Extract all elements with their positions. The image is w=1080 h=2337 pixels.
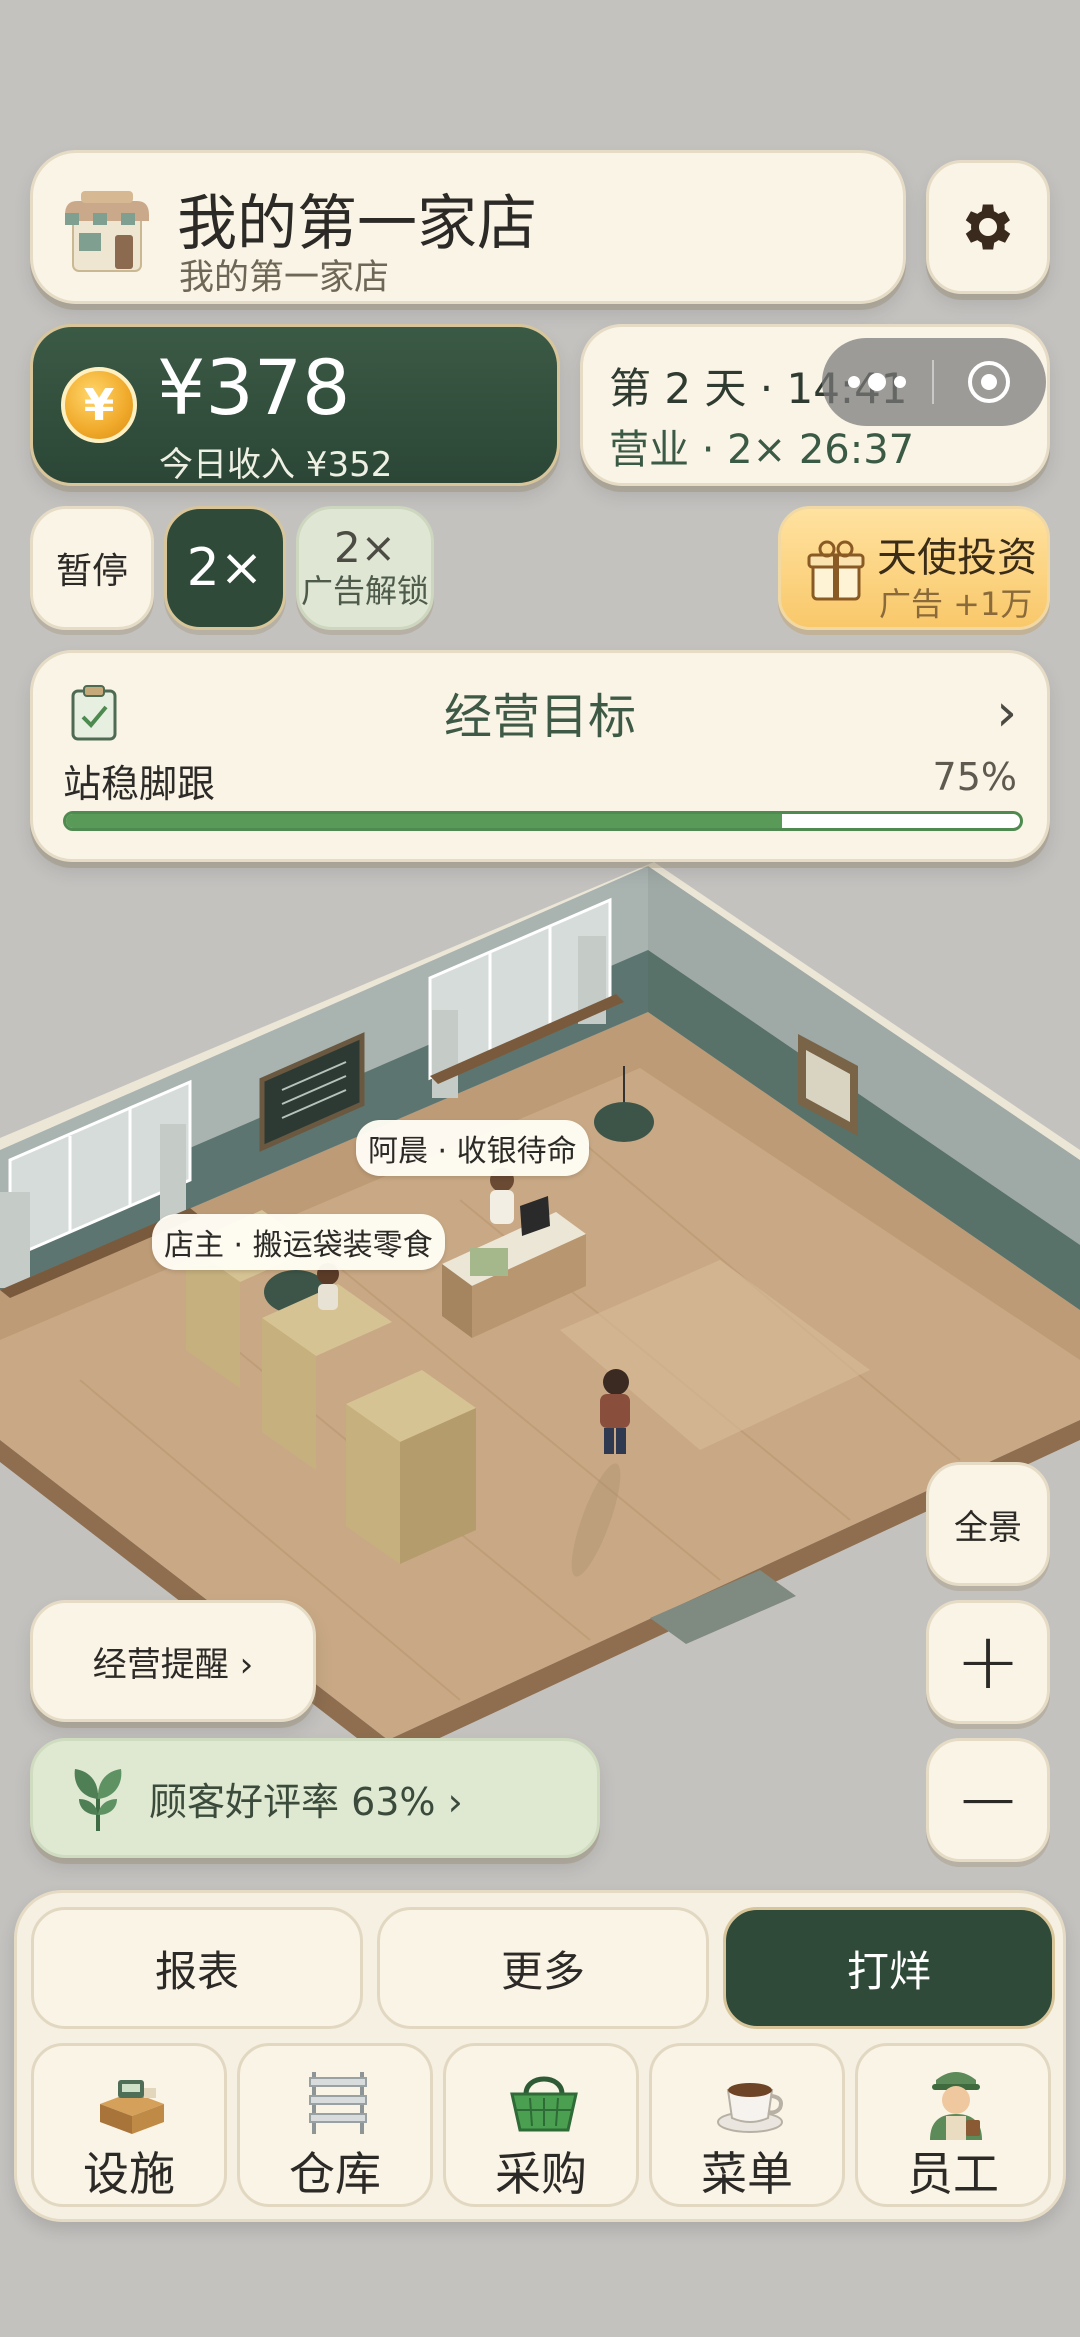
speed-2x-button[interactable]: 2× (164, 506, 286, 630)
nav-purchase-button[interactable]: 采购 (443, 2043, 639, 2207)
angel-investment-title: 天使投资 (877, 535, 1037, 581)
shop-header[interactable]: 我的第一家店 我的第一家店 (30, 150, 906, 304)
gear-icon (965, 204, 1011, 250)
goal-progress-fill (66, 814, 782, 828)
zoom-in-button[interactable]: + (926, 1600, 1050, 1724)
leaf-sprout-icon (74, 1769, 122, 1831)
goal-percent: 75% (932, 755, 1017, 799)
report-button[interactable]: 报表 (31, 1907, 363, 2029)
owner-status-tag[interactable]: 店主 · 搬运袋装零食 (152, 1214, 445, 1270)
panorama-button[interactable]: 全景 (926, 1462, 1050, 1586)
mini-program-capsule[interactable] (822, 338, 1046, 426)
gift-icon (807, 540, 865, 601)
nav-purchase-label: 采购 (495, 2147, 587, 2201)
customer-rating-label: 顾客好评率 63% › (149, 1779, 463, 1824)
nav-menu-label: 菜单 (701, 2147, 793, 2201)
close-target-icon[interactable] (934, 358, 1044, 406)
angel-investment-reward: 广告 +1万 (879, 585, 1033, 623)
cash-register-icon (100, 2080, 164, 2134)
nav-warehouse-button[interactable]: 仓库 (237, 2043, 433, 2207)
more-dots-icon[interactable] (822, 373, 932, 391)
ad-unlock-speed-button[interactable]: 2× 广告解锁 (296, 506, 434, 630)
money-panel[interactable]: ¥ ¥378 今日收入 ¥352 (30, 324, 560, 486)
cashier-status-tag[interactable]: 阿晨 · 收银待命 (356, 1120, 589, 1176)
yuan-coin-icon: ¥ (61, 367, 137, 443)
pause-button[interactable]: 暂停 (30, 506, 154, 630)
close-shop-button[interactable]: 打烊 (723, 1907, 1055, 2029)
goal-title: 经营目标 (443, 689, 636, 745)
zoom-out-button[interactable]: − (926, 1738, 1050, 1862)
bottom-action-panel: 报表 更多 打烊 设施 仓库 采购 菜单 员工 (14, 1890, 1066, 2222)
nav-staff-label: 员工 (907, 2147, 999, 2201)
nav-facility-button[interactable]: 设施 (31, 2043, 227, 2207)
nav-menu-button[interactable]: 菜单 (649, 2043, 845, 2207)
shelf-icon (309, 2072, 367, 2134)
pendant-lamp (594, 1102, 654, 1142)
business-goal-panel[interactable]: 经营目标 › 站稳脚跟 75% (30, 650, 1050, 862)
goal-progress-bar (63, 811, 1023, 831)
chevron-right-icon[interactable]: › (996, 683, 1017, 743)
nav-facility-label: 设施 (83, 2147, 175, 2201)
basket-icon (510, 2076, 578, 2132)
business-reminder-button[interactable]: 经营提醒 › (30, 1600, 316, 1722)
nav-warehouse-label: 仓库 (289, 2147, 381, 2201)
staff-icon (930, 2072, 982, 2140)
storefront-icon (65, 191, 149, 272)
game-screen: 我的第一家店 我的第一家店 ¥ ¥378 今日收入 ¥352 第 2 天 · 1… (0, 0, 1080, 2337)
shop-subtitle: 我的第一家店 (179, 258, 390, 298)
coffee-cup-icon (717, 2083, 783, 2133)
customer-character (603, 1369, 629, 1395)
settings-button[interactable] (926, 160, 1050, 294)
goal-name: 站稳脚跟 (63, 762, 216, 806)
ad-unlock-label: 广告解锁 (300, 572, 429, 610)
more-button[interactable]: 更多 (377, 1907, 709, 2029)
today-income: 今日收入 ¥352 (159, 445, 393, 485)
customer-rating-button[interactable]: 顾客好评率 63% › (30, 1738, 600, 1858)
ad-speed-label: 2× (334, 523, 396, 572)
money-balance: ¥378 (157, 343, 351, 432)
nav-staff-button[interactable]: 员工 (855, 2043, 1051, 2207)
angel-investment-button[interactable]: 天使投资 广告 +1万 (778, 506, 1050, 630)
